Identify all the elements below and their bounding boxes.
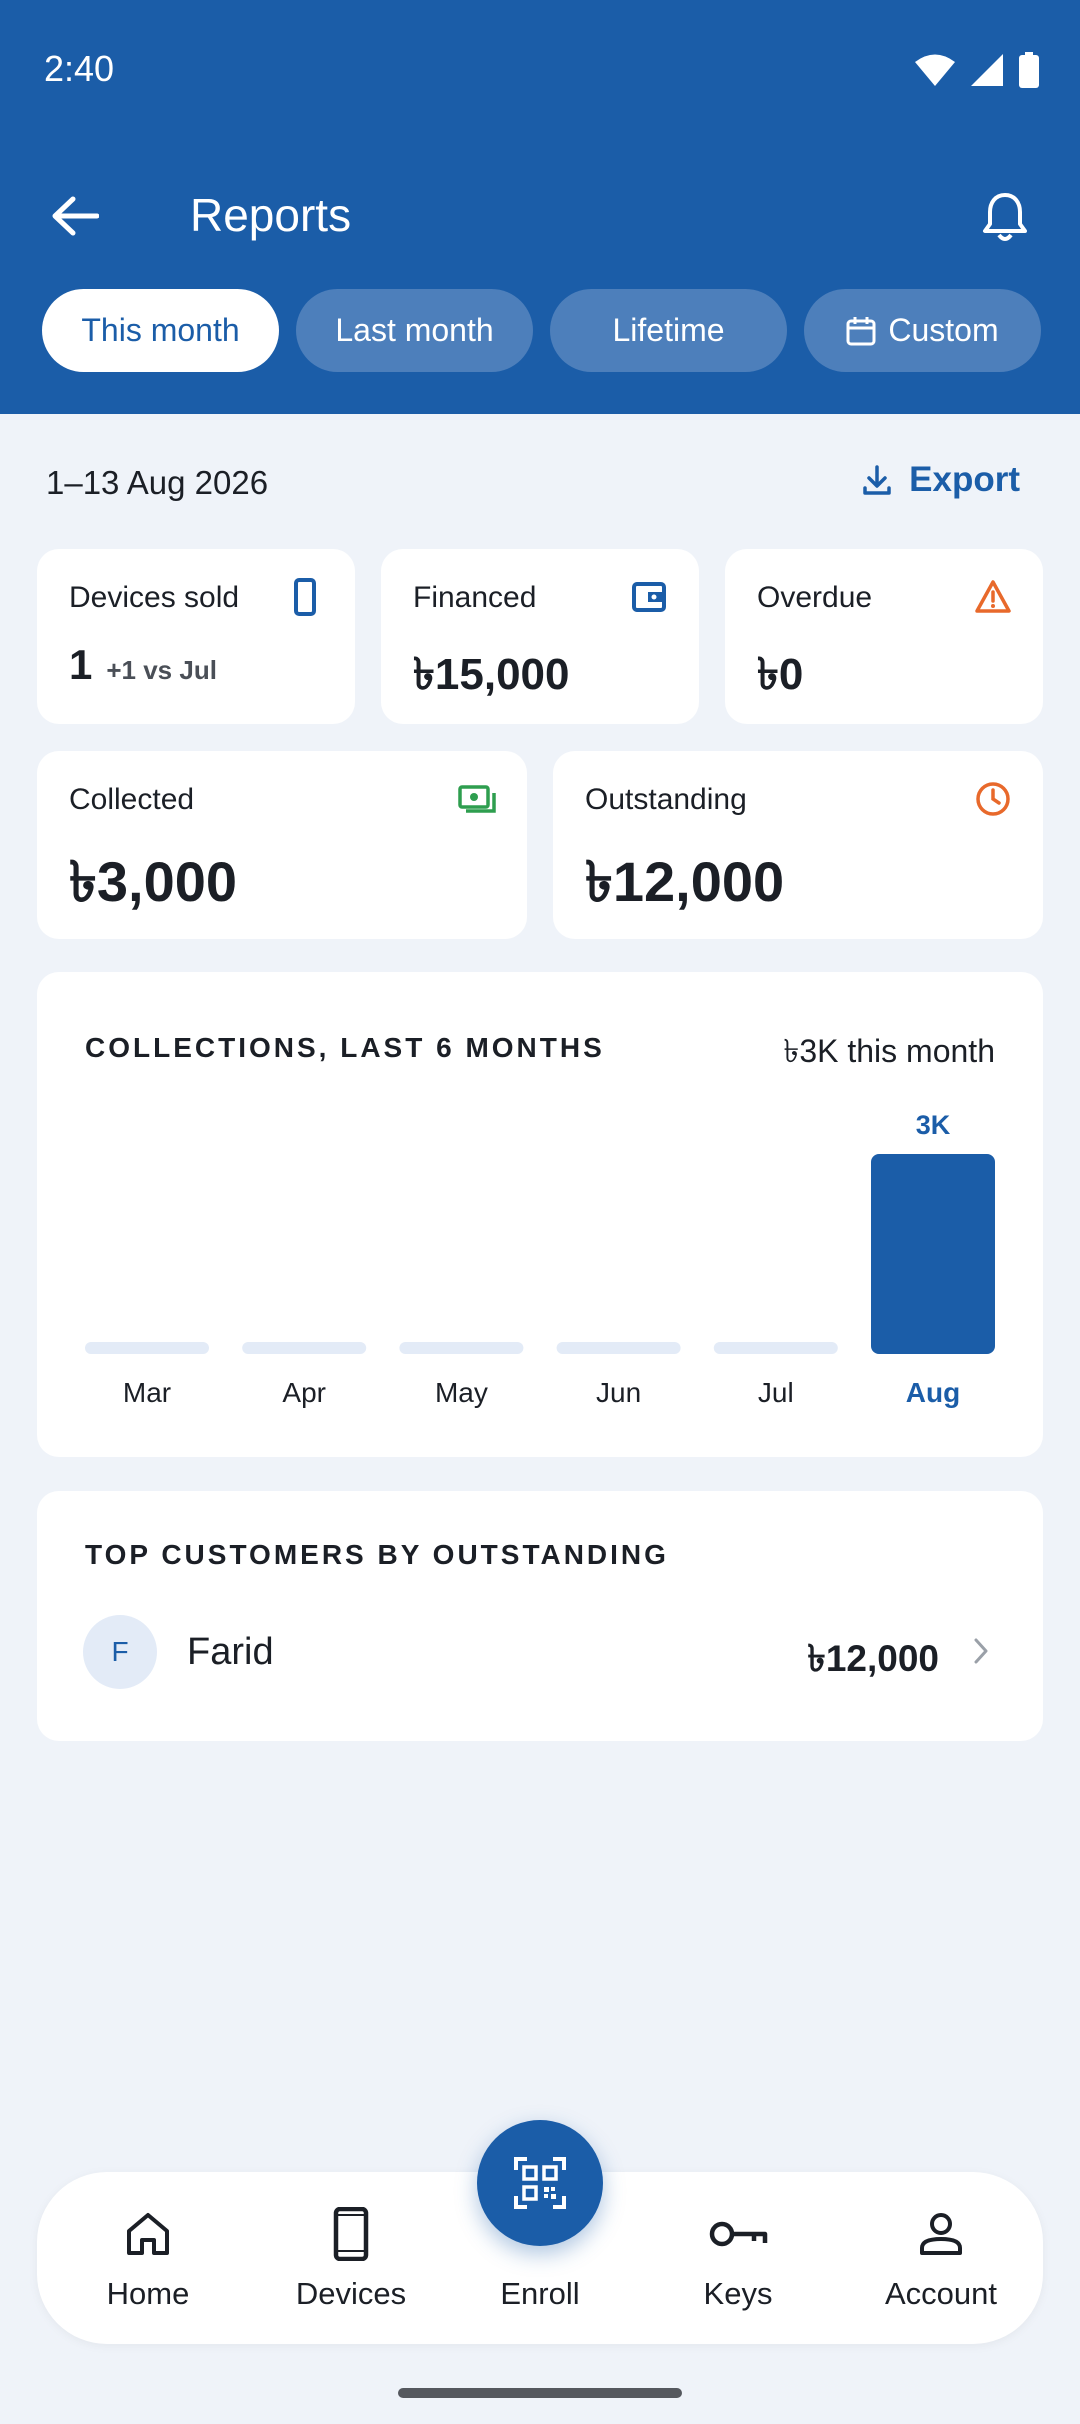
wallet-icon [632,582,666,612]
outstanding-value: ৳12,000 [585,850,785,913]
chart-tick-label: Jun [596,1377,641,1408]
chart-bar-mar [85,1342,209,1354]
back-button[interactable] [40,186,110,246]
devices-sold-value: 1 [69,641,93,688]
top-customers-card: TOP CUSTOMERS BY OUTSTANDING F Farid ৳12… [37,1491,1043,1741]
status-icons [914,52,1040,88]
warning-icon [975,580,1011,613]
stat-value: 1 +1 vs Jul [69,641,217,689]
home-icon [127,2213,169,2255]
tab-label: Last month [335,312,494,348]
person-icon [920,2213,962,2255]
nav-item-keys[interactable]: Keys [648,2172,828,2344]
clock-icon [976,782,1010,816]
customer-name: Farid [187,1631,274,1673]
chart-tick-label: Aug [906,1377,960,1408]
calendar-icon [846,316,876,345]
stat-card-devices-sold[interactable]: Devices sold 1 +1 vs Jul [37,549,355,724]
export-button[interactable]: Export [861,460,1020,500]
chart-bar-aug [871,1154,995,1354]
nav-item-devices[interactable]: Devices [261,2172,441,2344]
stat-card-financed[interactable]: Financed ৳15,000 [381,549,699,724]
overdue-value: ৳0 [757,650,804,699]
stat-card-collected[interactable]: Collected ৳3,000 [37,751,527,939]
arrow-back-icon [52,196,99,236]
download-icon [863,465,891,495]
signal-icon [971,54,1003,86]
nav-label: Devices [295,2276,407,2311]
stat-label: Collected [69,783,195,816]
nav-label: Home [106,2276,190,2311]
nav-label: Enroll [500,2276,580,2311]
chart-tick-label: May [435,1377,488,1408]
key-icon [709,2221,768,2247]
devices-sold-note: +1 vs Jul [106,655,217,685]
stat-label: Overdue [757,581,873,614]
collections-chart-card: COLLECTIONS, LAST 6 MONTHS ৳3K this mont… [37,972,1043,1457]
period-tabs: This month Last month Lifetime Custom [42,289,1041,372]
tab-label: Custom [888,312,999,348]
stat-label: Outstanding [585,783,747,816]
tab-custom[interactable]: Custom [804,289,1041,372]
status-time: 2:40 [44,48,115,89]
stat-label: Financed [413,581,537,614]
chart-tick-label: Apr [282,1377,326,1408]
financed-value: ৳15,000 [413,650,570,699]
tab-label: Lifetime [612,312,725,348]
app-bar: Reports [0,170,1080,260]
nav-item-home[interactable]: Home [58,2172,238,2344]
tab-lifetime[interactable]: Lifetime [550,289,787,372]
chart-tick-label: Mar [123,1377,171,1408]
home-indicator[interactable] [398,2388,682,2398]
enroll-fab-button[interactable] [477,2120,603,2246]
export-label: Export [909,460,1020,499]
app-header: 2:40 Reports This month Last month Lifet… [0,0,1080,414]
notifications-button[interactable] [970,182,1040,252]
phone-icon [294,578,316,616]
tab-last-month[interactable]: Last month [296,289,533,372]
stat-card-overdue[interactable]: Overdue ৳0 [725,549,1043,724]
battery-icon [1019,52,1039,88]
top-customers-title: TOP CUSTOMERS BY OUTSTANDING [85,1539,669,1570]
customer-amount: ৳12,000 [807,1638,939,1679]
stat-label: Devices sold [69,581,240,614]
chart-bar-jul [713,1342,838,1354]
chart-bar-may [399,1342,524,1354]
tab-label: This month [81,312,240,348]
bell-icon [983,193,1027,241]
avatar: F [83,1615,157,1689]
nav-item-account[interactable]: Account [851,2172,1031,2344]
qr-code-icon [514,2157,566,2209]
page-title: Reports [190,189,352,241]
chart-bar-apr [242,1342,367,1354]
nav-label: Account [884,2276,997,2311]
phone-icon [333,2207,369,2261]
chart-data-label: 3K [916,1110,951,1140]
nav-label: Keys [703,2276,773,2311]
date-range-label: 1–13 Aug 2026 [46,464,269,501]
stat-card-outstanding[interactable]: Outstanding ৳12,000 [553,751,1043,939]
chart-tick-label: Jul [758,1377,794,1408]
tab-this-month[interactable]: This month [42,289,279,372]
chevron-right-icon [974,1638,988,1664]
status-bar: 2:40 [0,0,1080,140]
collected-value: ৳3,000 [69,850,238,913]
chart-bar-jun [556,1342,681,1354]
collections-bar-chart: Mar Apr May Jun Jul Aug 3K [85,1110,995,1408]
wifi-icon [915,54,955,86]
cash-icon [458,785,496,813]
